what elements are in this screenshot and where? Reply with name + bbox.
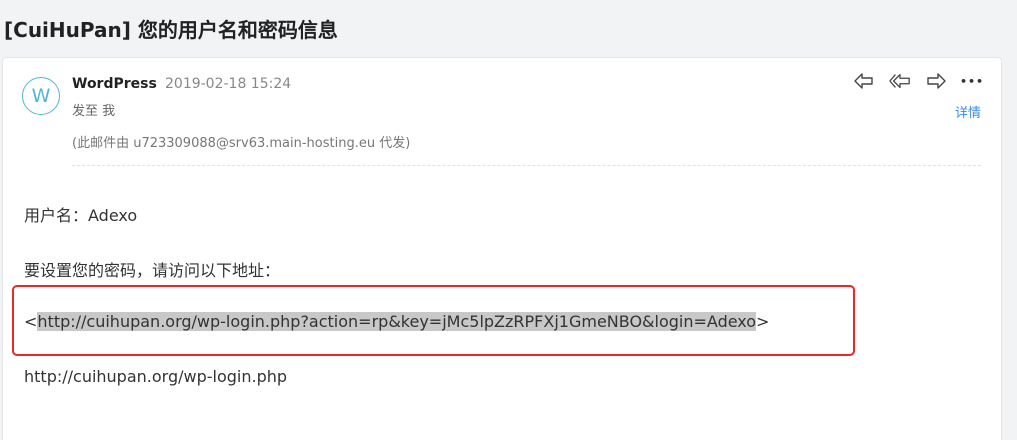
more-button[interactable]: ••• [959, 70, 985, 92]
email-card: W WordPress 2019-02-18 15:24 发至 我 (此邮件由 … [2, 57, 1002, 440]
forward-icon [927, 73, 946, 89]
recipient-line: 发至 我 [72, 104, 116, 119]
instruction-line: 要设置您的密码，请访问以下地址： [24, 261, 281, 280]
email-subject: [CuiHuPan] 您的用户名和密码信息 [4, 18, 338, 42]
header-divider [72, 165, 981, 166]
sender-name[interactable]: WordPress [72, 76, 157, 92]
more-icon: ••• [959, 74, 985, 88]
username-line: 用户名：Adexo [24, 206, 138, 225]
reset-link-close: > [756, 312, 770, 331]
reply-all-button[interactable] [889, 70, 911, 92]
reply-button[interactable] [853, 70, 875, 92]
reply-all-icon [889, 73, 910, 89]
sender-avatar: W [22, 77, 60, 115]
sent-time: 2019-02-18 15:24 [165, 76, 292, 92]
login-url[interactable]: http://cuihupan.org/wp-login.php [24, 367, 287, 386]
sent-via-note: (此邮件由 u723309088@srv63.main-hosting.eu 代… [72, 136, 411, 151]
forward-button[interactable] [925, 70, 947, 92]
reset-link-line: <http://cuihupan.org/wp-login.php?action… [24, 312, 769, 331]
reset-link-open: < [24, 312, 38, 331]
email-actions: ••• [853, 70, 983, 92]
details-link[interactable]: 详情 [955, 102, 981, 121]
reset-link[interactable]: http://cuihupan.org/wp-login.php?action=… [37, 312, 757, 331]
reply-icon [854, 73, 873, 89]
